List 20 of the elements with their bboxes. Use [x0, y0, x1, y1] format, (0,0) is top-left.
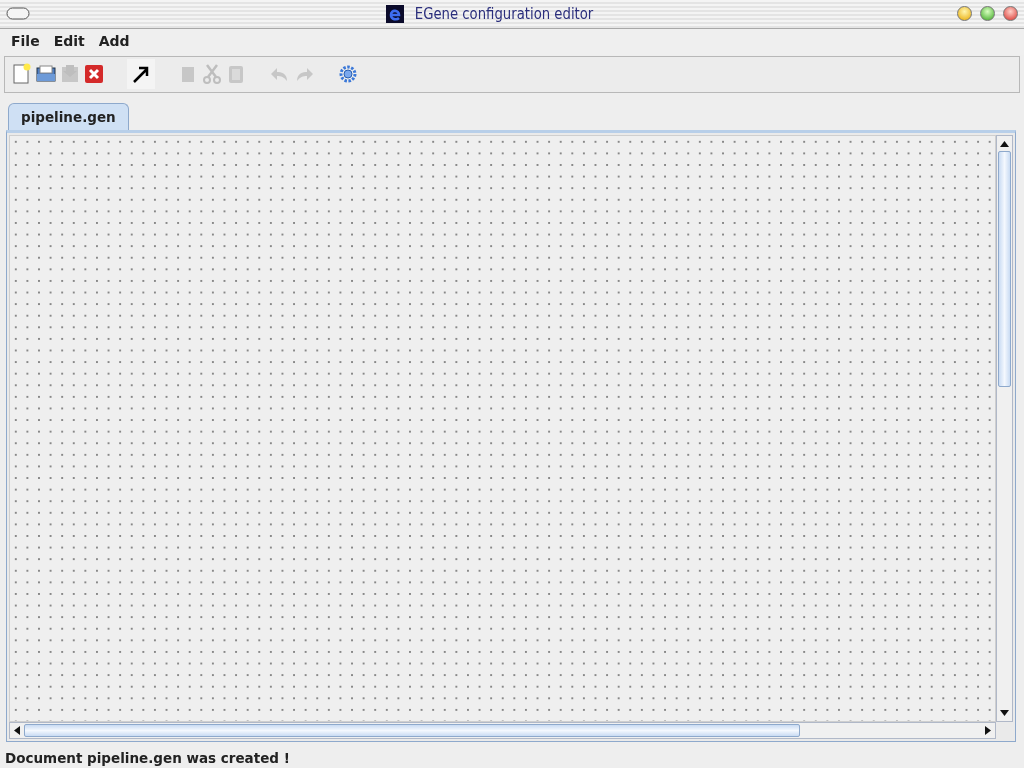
- window-title: EGene configuration editor: [414, 2, 594, 25]
- dotted-grid-canvas[interactable]: [9, 134, 996, 722]
- scroll-thumb[interactable]: [24, 723, 800, 737]
- status-message: Document pipeline.gen was created !: [4, 748, 291, 768]
- menu-item[interactable]: File: [11, 31, 40, 53]
- window-menu-icon[interactable]: [6, 7, 30, 21]
- scroll-right-arrow-icon[interactable]: [985, 725, 991, 735]
- menu-item[interactable]: Edit: [53, 31, 85, 53]
- document-tab[interactable]: pipeline.gen: [8, 102, 129, 130]
- scroll-left-arrow-icon[interactable]: [14, 725, 20, 735]
- vertical-scrollbar[interactable]: [996, 134, 1013, 722]
- maximize-button[interactable]: [980, 6, 995, 22]
- scroll-up-arrow-icon[interactable]: [1000, 140, 1009, 147]
- scroll-down-arrow-icon[interactable]: [1000, 709, 1009, 716]
- close-icon[interactable]: [83, 63, 105, 86]
- menu-item[interactable]: Add: [98, 31, 130, 53]
- minimize-button[interactable]: [957, 6, 972, 22]
- scroll-thumb[interactable]: [998, 150, 1011, 387]
- close-button[interactable]: [1003, 6, 1018, 22]
- app-logo-icon: [385, 4, 404, 23]
